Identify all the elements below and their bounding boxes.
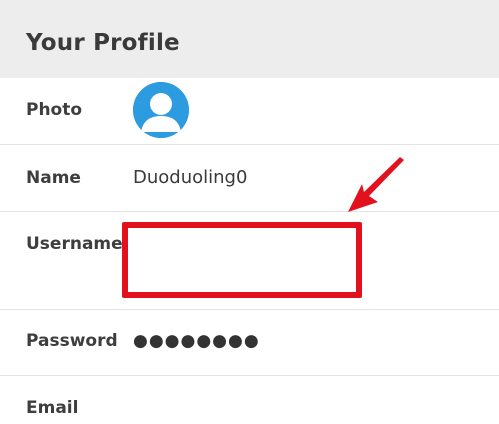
password-label: Password [26,331,118,351]
avatar[interactable] [133,82,189,138]
username-highlight-box [122,222,362,298]
email-label: Email [26,398,79,418]
red-arrow-icon [348,157,404,212]
email-field[interactable] [133,394,393,418]
photo-label: Photo [26,100,83,120]
page-title: Your Profile [26,30,180,56]
divider [0,211,499,212]
divider [0,309,499,310]
name-label: Name [26,168,81,188]
username-label: Username [26,234,123,254]
divider [0,144,499,145]
name-field[interactable]: Duoduoling0 [133,167,247,188]
password-field[interactable]: ●●●●●●●● [133,331,260,351]
profile-header: Your Profile [0,0,499,78]
divider [0,375,499,376]
default-user-avatar-icon [133,82,189,138]
